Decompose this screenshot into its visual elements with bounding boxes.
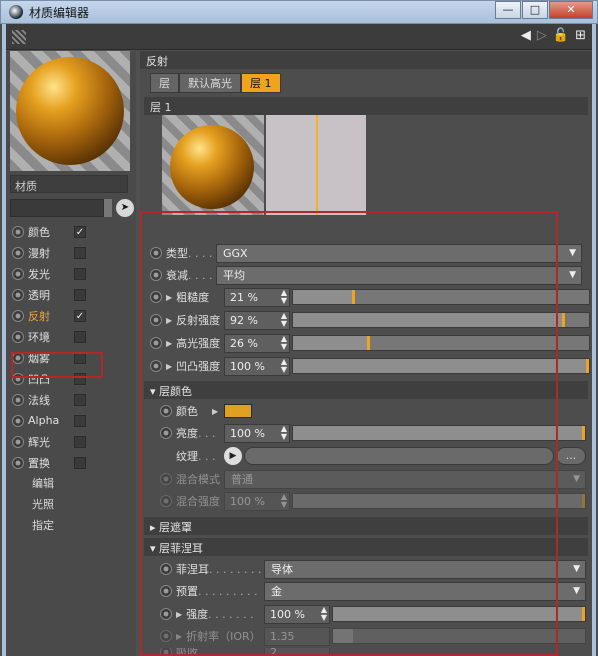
material-preview[interactable] [10,51,130,171]
channel-normal[interactable]: 法线 [10,389,134,410]
texture-browse-button[interactable]: ... [556,447,586,465]
chevron-down-icon: ▼ [569,247,576,258]
channel-glow[interactable]: 辉光 [10,431,134,452]
channel-alpha[interactable]: Alpha [10,410,134,431]
app-icon [9,5,23,19]
grip-icon[interactable] [12,30,26,44]
chevron-down-icon: ▼ [573,563,580,574]
layer-title: 层 1 [144,97,588,115]
tab-layer-1[interactable]: 层 1 [241,73,281,93]
new-panel-icon[interactable]: ⊞ [575,28,586,43]
close-button[interactable]: ✕ [549,1,593,19]
layer-sphere [170,125,254,209]
channel-diffuse[interactable]: 漫射 [10,242,134,263]
right-panel: 反射 层 默认高光 层 1 层 1 类型 . . . . . GGX ▼ 衰减 .… [140,51,592,656]
back-arrow-icon[interactable]: ◀ [521,28,531,43]
brdf-preview [266,115,366,215]
material-name-label: 材质 [10,175,128,193]
material-field[interactable] [10,199,104,217]
radio-icon[interactable] [12,393,24,406]
chevron-down-icon: ▼ [569,269,576,280]
chevron-down-icon: ▼ [573,585,580,596]
toolbar: ◀ ▷ 🔓 ⊞ [6,24,592,50]
highlight-box-params [140,211,558,656]
radio-icon[interactable] [12,309,24,322]
window-title: 材质编辑器 [29,5,90,20]
maximize-button[interactable]: □ [522,1,548,19]
left-panel: 材质 ➤ 颜色 ✓ 漫射 发光 透明 反射 ✓ 环境 烟雾 凹凸 法线 Alpha … [6,51,136,656]
channel-reflectance[interactable]: 反射 ✓ [10,305,134,326]
channel-checkbox[interactable] [74,393,86,406]
channel-checkbox[interactable] [74,435,86,448]
radio-icon[interactable] [12,225,24,238]
section-title: 反射 [140,51,592,69]
channel-checkbox[interactable] [74,330,86,343]
slider-handle[interactable] [586,359,589,373]
editor-frame: ◀ ▷ 🔓 ⊞ 材质 ➤ 颜色 ✓ 漫射 发光 透明 反射 ✓ 环境 烟雾 凹凸 法… [2,24,596,656]
slider-handle[interactable] [562,313,566,327]
channel-checkbox[interactable]: ✓ [74,225,86,238]
chevron-down-icon: ▼ [573,473,580,484]
lock-icon[interactable]: 🔓 [553,28,569,43]
layer-tabs: 层 默认高光 层 1 [150,73,281,93]
minimize-button[interactable]: — [495,1,521,19]
brdf-curve [316,115,318,215]
channel-luminance[interactable]: 发光 [10,263,134,284]
cursor-pick-icon[interactable]: ➤ [116,199,134,217]
radio-icon[interactable] [12,456,24,469]
tab-layers[interactable]: 层 [150,73,179,93]
channel-checkbox[interactable] [74,288,86,301]
channel-checkbox[interactable] [74,456,86,469]
channel-checkbox[interactable] [74,267,86,280]
slider-handle[interactable] [582,607,585,621]
radio-icon[interactable] [12,414,24,427]
channel-color[interactable]: 颜色 ✓ [10,221,134,242]
radio-icon[interactable] [12,267,24,280]
channel-checkbox[interactable] [74,414,86,427]
radio-icon[interactable] [12,288,24,301]
slider-handle[interactable] [582,494,585,508]
menu-illumination[interactable]: 光照 [10,494,134,515]
layer-preview [162,115,264,215]
radio-icon[interactable] [12,435,24,448]
menu-assign[interactable]: 指定 [10,515,134,536]
channel-transparency[interactable]: 透明 [10,284,134,305]
highlight-box-reflect [11,352,103,378]
channel-environment[interactable]: 环境 [10,326,134,347]
material-sphere [16,57,124,165]
radio-icon[interactable] [12,246,24,259]
tab-default-specular[interactable]: 默认高光 [179,73,241,93]
channel-list: 颜色 ✓ 漫射 发光 透明 反射 ✓ 环境 烟雾 凹凸 法线 Alpha 辉光 置换… [10,221,134,536]
slider-handle[interactable] [582,426,585,440]
channel-checkbox[interactable]: ✓ [74,309,86,322]
channel-displacement[interactable]: 置换 [10,452,134,473]
material-toggle[interactable] [104,199,112,217]
channel-checkbox[interactable] [74,246,86,259]
window-titlebar[interactable]: 材质编辑器 — □ ✕ [0,0,598,24]
radio-icon[interactable] [12,330,24,343]
menu-edit[interactable]: 编辑 [10,473,134,494]
forward-arrow-icon[interactable]: ▷ [537,28,547,43]
